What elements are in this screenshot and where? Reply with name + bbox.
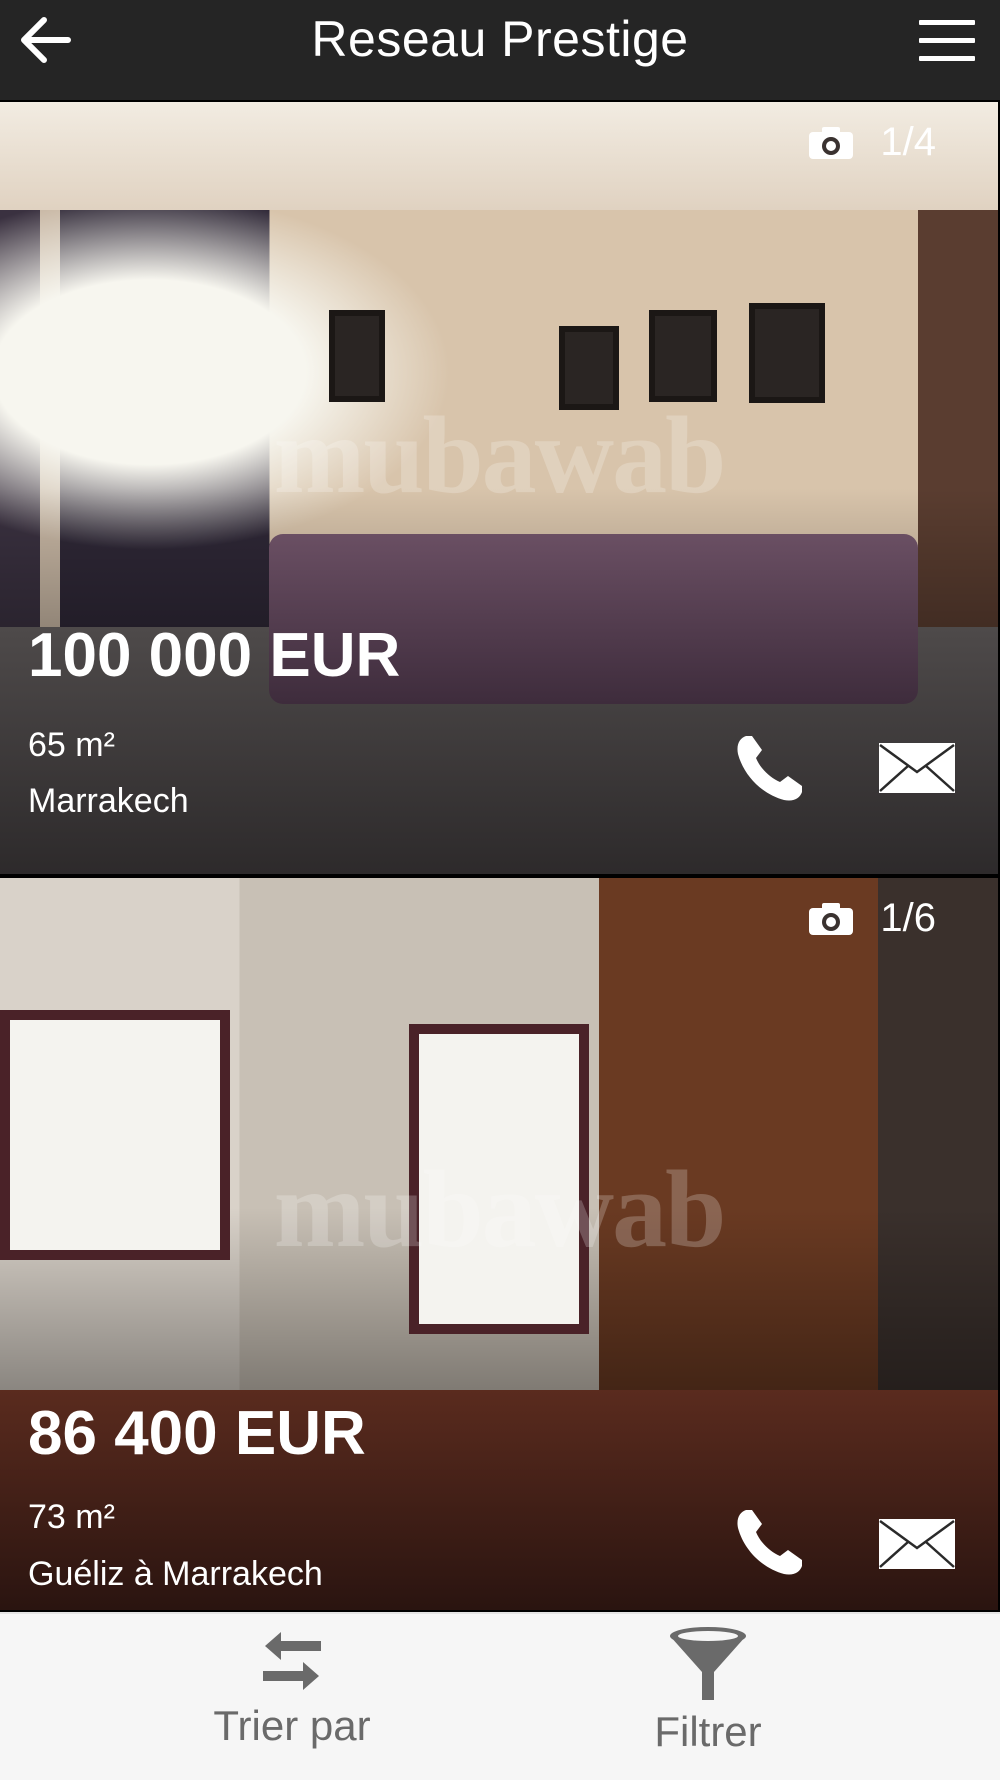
- phone-icon[interactable]: [732, 1504, 808, 1580]
- app-header: Reseau Prestige: [0, 0, 1000, 100]
- photo-count-label: 1/6: [880, 896, 936, 940]
- photo-counter[interactable]: 1/6: [808, 896, 936, 941]
- camera-icon: [809, 902, 854, 935]
- page-title: Reseau Prestige: [311, 11, 689, 67]
- sort-button[interactable]: Trier par: [142, 1614, 442, 1780]
- listing-card[interactable]: mubawab 1/4 100 000 EUR 65 m² Marrakech: [0, 102, 998, 874]
- photo-count-label: 1/4: [880, 120, 936, 164]
- listing-price: 86 400 EUR: [28, 1399, 366, 1468]
- phone-icon[interactable]: [732, 730, 808, 806]
- sort-label: Trier par: [213, 1702, 371, 1749]
- filter-button[interactable]: Filtrer: [558, 1614, 858, 1780]
- watermark: mubawab: [273, 394, 727, 516]
- watermark: mubawab: [273, 1148, 727, 1270]
- listing-area: 65 m²: [28, 726, 115, 764]
- sort-arrows-icon: [263, 1632, 321, 1690]
- hamburger-menu-icon[interactable]: [919, 20, 975, 61]
- listing-area: 73 m²: [28, 1498, 115, 1536]
- listing-location: Guéliz à Marrakech: [28, 1555, 323, 1593]
- camera-icon: [809, 126, 854, 159]
- mail-icon[interactable]: [878, 1518, 956, 1570]
- listing-price: 100 000 EUR: [28, 621, 401, 690]
- listing-location: Marrakech: [28, 782, 189, 820]
- filter-funnel-icon: [670, 1627, 746, 1700]
- bottom-toolbar: Trier par Filtrer: [0, 1612, 1000, 1780]
- listing-card[interactable]: mubawab 1/6 86 400 EUR 73 m² Guéliz à Ma…: [0, 878, 998, 1610]
- mail-icon[interactable]: [878, 742, 956, 794]
- photo-counter[interactable]: 1/4: [808, 120, 936, 165]
- filter-label: Filtrer: [654, 1708, 762, 1755]
